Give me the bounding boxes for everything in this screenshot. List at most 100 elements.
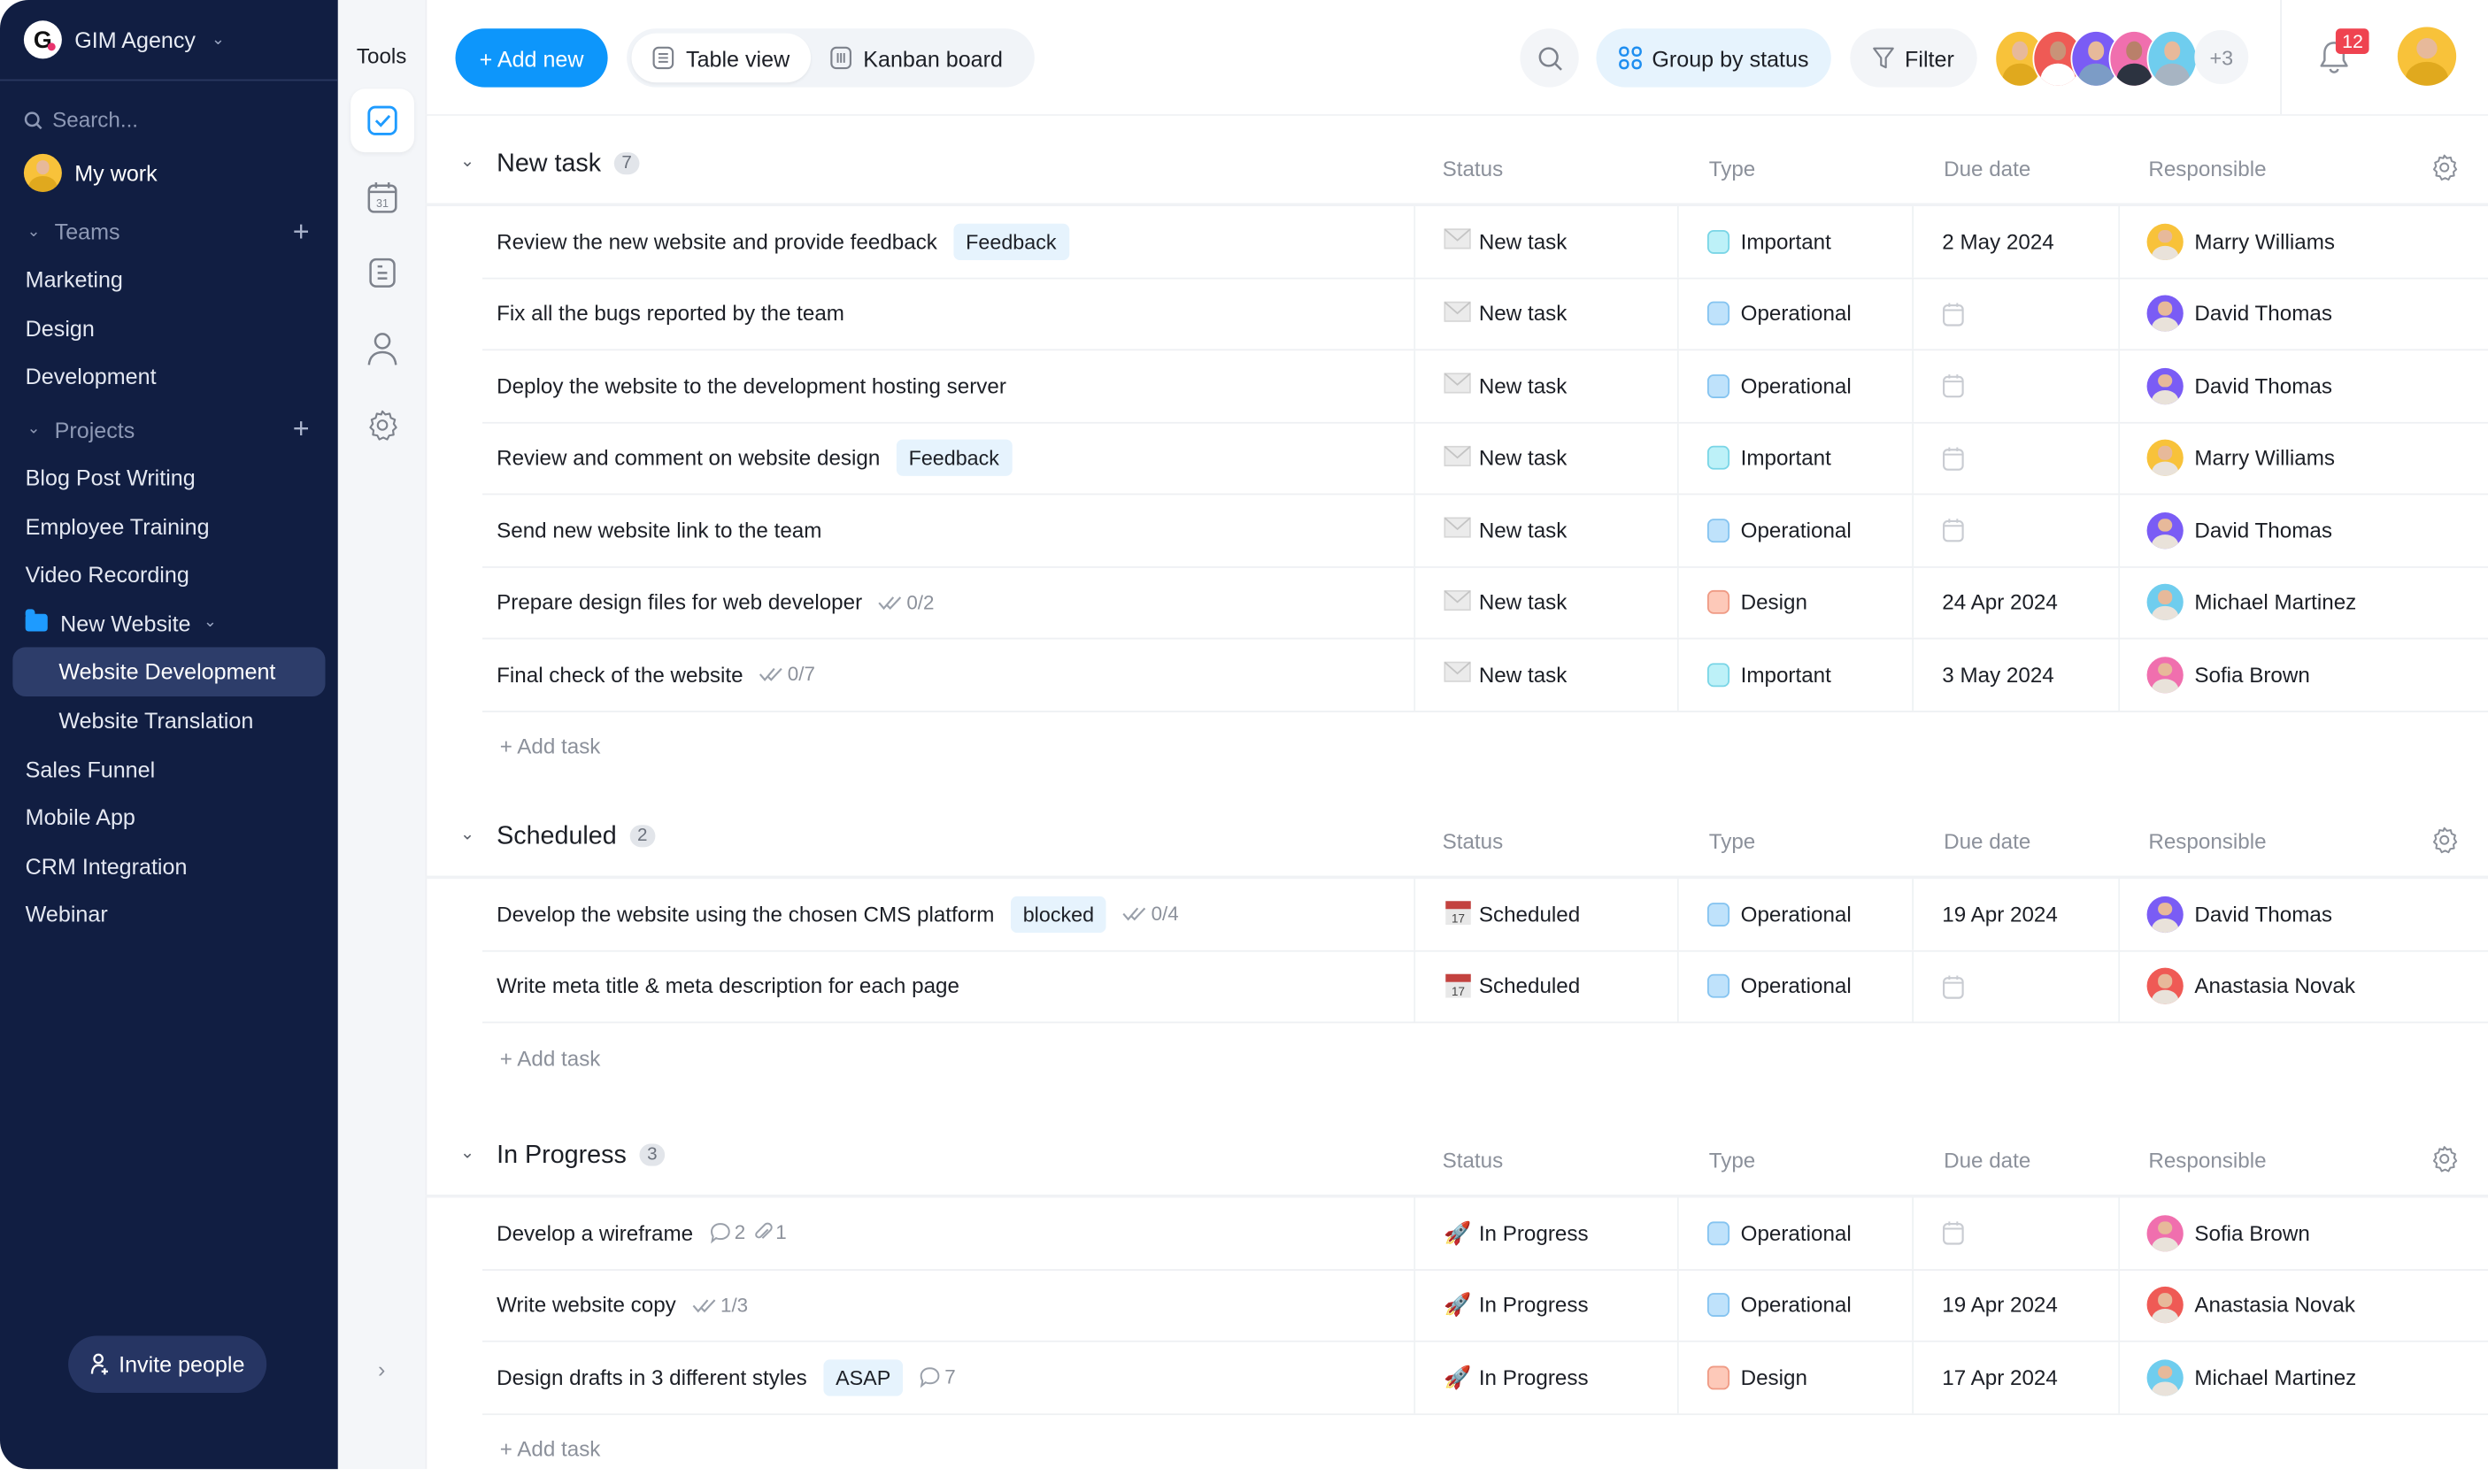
status-cell[interactable]: New task [1413,566,1677,638]
table-row[interactable]: Send new website link to the team New tas… [481,495,2488,567]
column-settings-button[interactable] [2430,152,2460,190]
tool-notes[interactable] [350,241,413,304]
add-new-button[interactable]: + Add new [455,28,608,88]
task-name-cell[interactable]: Deploy the website to the development ho… [497,350,1006,421]
task-tag[interactable]: Feedback [896,440,1013,477]
status-cell[interactable]: New task [1413,278,1677,350]
type-cell[interactable]: Operational [1676,350,1912,421]
table-row[interactable]: Review the new website and provide feedb… [481,206,2488,279]
sidebar-folder-new-website[interactable]: New Website ⌄ [0,599,338,648]
task-tag[interactable]: Feedback [952,223,1069,260]
due-date-cell[interactable]: 3 May 2024 [1912,639,2118,711]
empty-date-calendar-icon[interactable] [1942,445,1964,471]
tab-kanban-board[interactable]: Kanban board [830,34,1021,83]
column-header[interactable]: Status [1443,157,1504,181]
add-task-button[interactable]: + Add task [500,1023,2488,1093]
due-date-cell[interactable]: 24 Apr 2024 [1912,566,2118,638]
tool-people[interactable] [350,318,413,381]
responsible-cell[interactable]: Marry Williams [2118,422,2488,494]
table-row[interactable]: Fix all the bugs reported by the team New… [481,278,2488,351]
add-task-button[interactable]: + Add task [500,711,2488,781]
type-cell[interactable]: Operational [1676,278,1912,350]
column-header[interactable]: Status [1443,830,1504,854]
status-cell[interactable]: 17 Scheduled [1413,950,1677,1022]
invite-people-button[interactable]: Invite people [68,1335,267,1394]
sidebar-item-team[interactable]: Development [0,352,338,401]
due-date-cell[interactable] [1912,278,2118,350]
due-date-cell[interactable] [1912,495,2118,566]
task-name-cell[interactable]: Develop a wireframe 2 1 [497,1198,787,1269]
tool-tasks[interactable] [350,88,414,153]
due-date-cell[interactable]: 17 Apr 2024 [1912,1342,2118,1413]
responsible-cell[interactable]: David Thomas [2118,495,2488,566]
sidebar-item-project[interactable]: Sales Funnel [0,744,338,793]
column-settings-button[interactable] [2430,1144,2460,1182]
collapse-group-chevron-icon[interactable]: ⌄ [460,1142,475,1164]
column-header[interactable]: Due date [1944,1149,2030,1173]
status-cell[interactable]: 🚀 In Progress [1413,1197,1677,1269]
responsible-cell[interactable]: Anastasia Novak [2118,1270,2488,1341]
table-row[interactable]: Deploy the website to the development ho… [481,350,2488,423]
sidebar-item-my-work[interactable]: My work [0,153,338,192]
table-row[interactable]: Develop the website using the chosen CMS… [481,879,2488,951]
sidebar-search[interactable]: Search... [0,108,338,132]
task-name-cell[interactable]: Send new website link to the team [497,495,821,565]
due-date-cell[interactable]: 2 May 2024 [1912,206,2118,277]
status-cell[interactable]: New task [1413,639,1677,711]
status-cell[interactable]: New task [1413,350,1677,421]
type-cell[interactable]: Operational [1676,879,1912,950]
empty-date-calendar-icon[interactable] [1942,1220,1964,1246]
collapse-group-chevron-icon[interactable]: ⌄ [460,150,475,172]
task-tag[interactable]: ASAP [822,1358,904,1396]
responsible-cell[interactable]: Marry Williams [2118,206,2488,277]
status-cell[interactable]: 17 Scheduled [1413,879,1677,950]
teams-section-header[interactable]: ⌄ Teams + [0,208,338,256]
due-date-cell[interactable]: 19 Apr 2024 [1912,879,2118,950]
task-name-cell[interactable]: Write website copy 1/3 [497,1270,748,1341]
collapse-group-chevron-icon[interactable]: ⌄ [460,823,475,844]
responsible-cell[interactable]: Anastasia Novak [2118,950,2488,1022]
add-team-icon[interactable]: + [293,215,310,249]
due-date-cell[interactable] [1912,950,2118,1022]
responsible-cell[interactable]: Michael Martinez [2118,1342,2488,1413]
responsible-cell[interactable]: Sofia Brown [2118,1197,2488,1269]
sidebar-item-team[interactable]: Design [0,304,338,352]
table-row[interactable]: Review and comment on website design Feed… [481,422,2488,496]
table-row[interactable]: Prepare design files for web developer 0/… [481,566,2488,640]
sidebar-item-project[interactable]: Mobile App [0,793,338,842]
column-header[interactable]: Responsible [2148,830,2266,854]
workspace-switcher[interactable]: G GIM Agency ⌄ [0,0,338,81]
status-cell[interactable]: New task [1413,422,1677,494]
sidebar-item-team[interactable]: Marketing [0,256,338,304]
status-cell[interactable]: New task [1413,495,1677,566]
type-cell[interactable]: Important [1676,639,1912,711]
type-cell[interactable]: Important [1676,206,1912,277]
add-project-icon[interactable]: + [293,413,310,447]
projects-section-header[interactable]: ⌄ Projects + [0,406,338,454]
task-name-cell[interactable]: Prepare design files for web developer 0/… [497,567,934,638]
tab-table-view[interactable]: Table view [631,33,812,83]
team-avatars[interactable] [1994,30,2198,88]
type-cell[interactable]: Design [1676,566,1912,638]
tool-settings[interactable] [350,394,413,458]
column-header[interactable]: Responsible [2148,157,2266,181]
type-cell[interactable]: Operational [1676,950,1912,1022]
status-cell[interactable]: 🚀 In Progress [1413,1270,1677,1341]
sidebar-item-project[interactable]: CRM Integration [0,842,338,890]
responsible-cell[interactable]: Sofia Brown [2118,639,2488,711]
type-cell[interactable]: Operational [1676,1197,1912,1269]
task-name-cell[interactable]: Review the new website and provide feedb… [497,206,1069,277]
task-name-cell[interactable]: Final check of the website 0/7 [497,639,815,710]
filter-button[interactable]: Filter [1850,28,1977,88]
column-settings-button[interactable] [2430,825,2460,863]
search-button[interactable] [1520,28,1579,88]
task-name-cell[interactable]: Review and comment on website design Feed… [497,423,1013,494]
empty-date-calendar-icon[interactable] [1942,518,1964,543]
empty-date-calendar-icon[interactable] [1942,973,1964,999]
column-header[interactable]: Status [1443,1149,1504,1173]
table-row[interactable]: Write website copy 1/3 🚀 In Progress Operati… [481,1270,2488,1342]
sidebar-item-project[interactable]: Employee Training [0,502,338,550]
due-date-cell[interactable] [1912,350,2118,421]
type-cell[interactable]: Important [1676,422,1912,494]
type-cell[interactable]: Design [1676,1342,1912,1413]
